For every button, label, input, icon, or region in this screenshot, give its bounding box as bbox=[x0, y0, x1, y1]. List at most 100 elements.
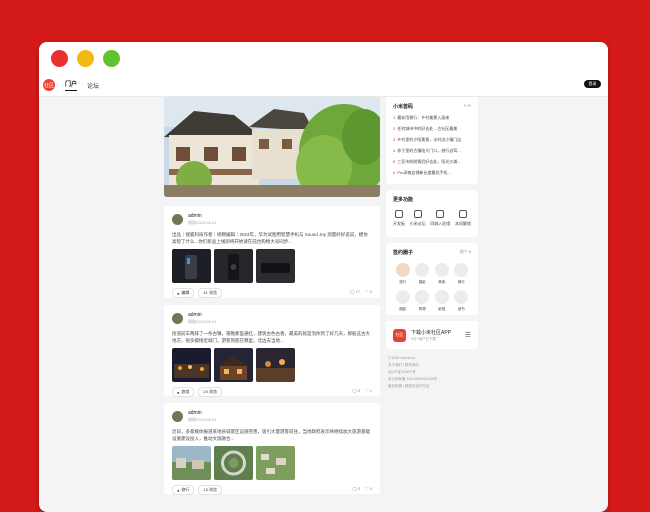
circles-title: 签约圈子 bbox=[393, 250, 414, 256]
post-date: 刚刚2023-08-04 bbox=[188, 220, 217, 225]
comment-count[interactable]: ◯ 0 bbox=[352, 388, 360, 393]
nav-link-portal[interactable]: 门户 bbox=[65, 79, 78, 91]
function-dev-board[interactable]: 开发板 bbox=[393, 210, 405, 227]
forum-icon bbox=[413, 210, 422, 218]
circle-item[interactable]: 圈影 bbox=[393, 290, 413, 312]
circle-label: 购物 bbox=[418, 307, 426, 311]
circle-label: 影视 bbox=[438, 307, 446, 311]
post-thumbnail-1[interactable] bbox=[172, 446, 211, 480]
like-count[interactable]: ♡ 0 bbox=[365, 486, 372, 491]
circle-icon bbox=[415, 263, 430, 277]
maximize-window-dot[interactable] bbox=[103, 49, 120, 67]
circles-switch[interactable]: 换个 ▾ bbox=[460, 249, 471, 256]
nav-link-forum[interactable]: 论坛 bbox=[87, 81, 99, 90]
footer-line[interactable]: 京ICP证110507号 bbox=[388, 369, 478, 376]
feed-post-2[interactable]: admin 刚刚2023-08-04 街道前车两排了一条古镇，夜晚那里通红，建筑… bbox=[164, 305, 380, 397]
town-aerial-photo-1 bbox=[172, 446, 211, 480]
post-tag[interactable]: ● 旅行 bbox=[172, 485, 195, 495]
hero-banner-image[interactable] bbox=[164, 97, 380, 197]
post-author[interactable]: admin bbox=[188, 213, 216, 219]
site-logo-text: 社区 bbox=[43, 82, 54, 89]
feed-post-3[interactable]: admin 刚刚2023-08-04 近日，多家媒体报道某地县城景区设施完善，吸… bbox=[164, 403, 380, 495]
download-app-card[interactable]: 社区 下载小米社区APP 5万+用户已下载 ☰ bbox=[386, 321, 478, 349]
circle-icon bbox=[434, 290, 449, 304]
unlock-icon bbox=[458, 210, 467, 218]
post-thumbnail-3[interactable] bbox=[256, 348, 295, 382]
city-icon bbox=[436, 210, 445, 218]
hot-list-item-text: 乡村里的夕阳黄昏，水村边小镇门店 bbox=[397, 137, 462, 142]
post-date: 刚刚2023-08-04 bbox=[188, 417, 217, 422]
function-forum[interactable]: 小米论坛 bbox=[410, 210, 426, 227]
post-thumbnail-1[interactable] bbox=[172, 249, 211, 283]
like-icon: ♡ bbox=[365, 486, 369, 491]
post-thumbnail-2[interactable] bbox=[214, 249, 253, 283]
main-feed: admin 刚刚2023-08-04 出品｜搜狐科技作者｜杨锦编辑｜2024年，… bbox=[164, 97, 380, 495]
circle-label: 读书 bbox=[457, 307, 465, 311]
circle-item[interactable]: 购物 bbox=[413, 290, 433, 312]
hot-list-item[interactable]: 1 最安用换行：乡村美景入画来 bbox=[393, 115, 471, 121]
feed-post-1[interactable]: admin 刚刚2023-08-04 出品｜搜狐科技作者｜杨锦编辑｜2024年，… bbox=[164, 206, 380, 298]
night-town-photo-2 bbox=[214, 348, 253, 382]
comment-icon: ◯ bbox=[352, 486, 357, 491]
site-logo[interactable]: 社区 bbox=[43, 79, 55, 91]
function-unlock[interactable]: 本机解锁 bbox=[455, 210, 471, 227]
post-tag-label: 旅行 bbox=[181, 487, 190, 492]
footer-line[interactable]: 关于我们 | 联系我们 bbox=[388, 362, 478, 369]
post-thumbnail-1[interactable] bbox=[172, 348, 211, 382]
circle-item[interactable]: 旅行 bbox=[393, 263, 413, 285]
function-city[interactable]: 同城入驻馆 bbox=[430, 210, 450, 227]
circle-item[interactable]: 摄影 bbox=[413, 263, 433, 285]
hot-list-item[interactable]: 5 三亚市前前情侣好去处，阳光沙滩... bbox=[393, 159, 471, 165]
post-excerpt[interactable]: 街道前车两排了一条古镇，夜晚那里通红，建筑古色古香，最美的就是泡你到了好几天，那… bbox=[172, 330, 372, 344]
login-button[interactable]: 登录 bbox=[584, 80, 601, 88]
circles-card: 签约圈子 换个 ▾ 旅行 摄影 美食 骑行 圈影 购物 影视 读书 bbox=[386, 243, 478, 315]
comment-count-value: 17 bbox=[355, 289, 361, 294]
circle-item[interactable]: 美食 bbox=[432, 263, 452, 285]
footer-line[interactable]: 京公网安备 11010802020134号 bbox=[388, 376, 478, 383]
avatar[interactable] bbox=[172, 411, 183, 422]
post-thumbnail-2[interactable] bbox=[214, 348, 253, 382]
post-thumbnail-2[interactable] bbox=[214, 446, 253, 480]
minimize-window-dot[interactable] bbox=[77, 49, 94, 67]
hot-list-item[interactable]: 4 你于里的古镇绘大门口，旅行自驾... bbox=[393, 148, 471, 154]
circle-item[interactable]: 影视 bbox=[432, 290, 452, 312]
post-excerpt[interactable]: 出品｜搜狐科技作者｜杨锦编辑｜2024年，华为试图用智慧手机与 Sound Jo… bbox=[172, 231, 372, 245]
avatar[interactable] bbox=[172, 214, 183, 225]
menu-icon: ☰ bbox=[464, 332, 471, 339]
hot-list-card: 小米首码 ⟲ ⟳ 1 最安用换行：乡村美景入画来 2 任何城市中的好去处，古社区最美 … bbox=[386, 97, 478, 184]
post-excerpt[interactable]: 近日，多家媒体报道某地县城景区设施完善，吸引大量游客前往，当地政府表示将继续加大… bbox=[172, 428, 372, 442]
circle-icon bbox=[395, 263, 410, 277]
comment-icon: ◯ bbox=[349, 289, 355, 294]
circle-item[interactable]: 读书 bbox=[452, 290, 472, 312]
post-thumbnail-3[interactable] bbox=[256, 249, 295, 283]
refresh-icon[interactable]: ⟲ ⟳ bbox=[463, 103, 471, 110]
comment-count[interactable]: ◯ 17 bbox=[350, 289, 360, 294]
comment-count[interactable]: ◯ 0 bbox=[352, 486, 360, 491]
post-views: 41 浏览 bbox=[198, 288, 222, 298]
avatar[interactable] bbox=[172, 313, 183, 324]
post-author[interactable]: admin bbox=[188, 312, 216, 318]
footer-line: © 2023 xiaomi.cn bbox=[388, 356, 416, 360]
function-label: 开发板 bbox=[393, 221, 405, 226]
hot-list-item[interactable]: 6 Pro深夜店铺新长度最优手机... bbox=[393, 170, 471, 176]
like-count-value: 1 bbox=[369, 388, 372, 393]
post-tag[interactable]: ● 编辑 bbox=[172, 288, 195, 298]
post-thumbnail-3[interactable] bbox=[256, 446, 295, 480]
hot-list-item-text: Pro深夜店铺新长度最优手机... bbox=[397, 170, 451, 175]
hot-list-item[interactable]: 2 任何城市中的好去处，古社区最美 bbox=[393, 126, 471, 132]
circle-item[interactable]: 骑行 bbox=[452, 263, 472, 285]
circle-icon bbox=[395, 290, 410, 304]
circle-icon bbox=[454, 263, 469, 277]
close-window-dot[interactable] bbox=[51, 49, 68, 67]
hot-list-item-text: 你于里的古镇绘大门口，旅行自驾... bbox=[397, 148, 461, 153]
hot-list-item[interactable]: 3 乡村里的夕阳黄昏，水村边小镇门店 bbox=[393, 137, 471, 143]
post-tag[interactable]: ● 旅游 bbox=[172, 387, 195, 397]
tag-icon: ● bbox=[177, 290, 180, 296]
post-author[interactable]: admin bbox=[188, 410, 216, 416]
footer-line[interactable]: 营业执照 | 网络文化许可证 bbox=[388, 383, 478, 390]
like-count[interactable]: ♡ 0 bbox=[365, 289, 372, 294]
post-tag-label: 编辑 bbox=[181, 290, 190, 295]
like-count[interactable]: ♡ 1 bbox=[365, 388, 372, 393]
hero-village-illustration bbox=[164, 97, 380, 197]
circle-label: 旅行 bbox=[399, 280, 407, 284]
